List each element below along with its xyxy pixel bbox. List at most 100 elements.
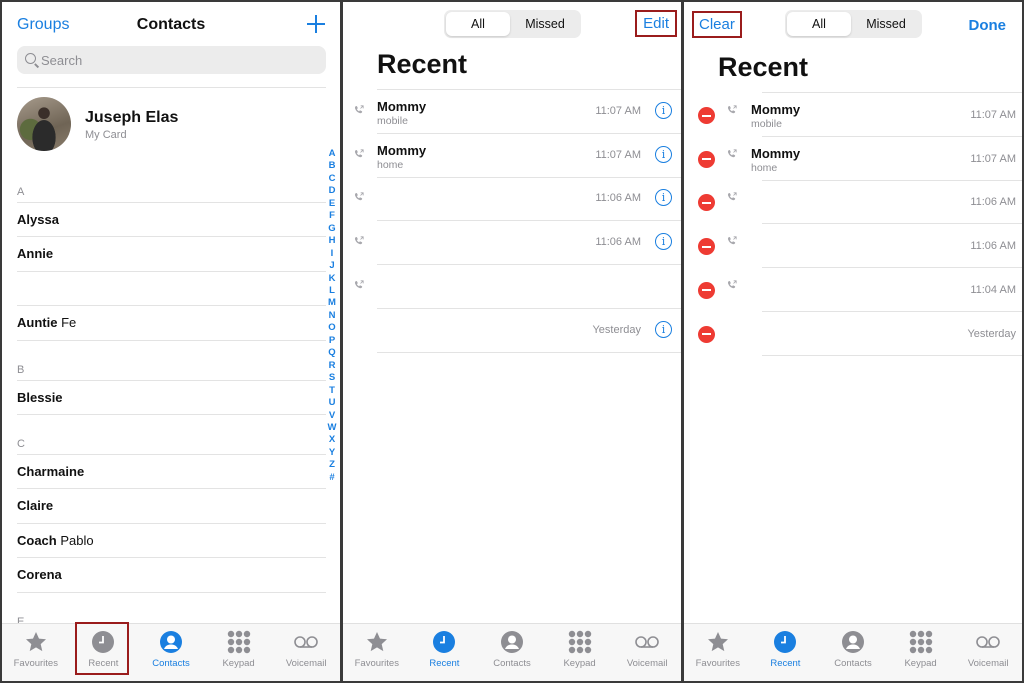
tab-favourites[interactable]: Favourites: [684, 624, 752, 681]
tab-recent[interactable]: Recent: [752, 624, 820, 681]
info-icon[interactable]: i: [655, 233, 672, 251]
contact-row[interactable]: Corena: [17, 567, 62, 582]
edit-button[interactable]: Edit: [635, 10, 677, 37]
delete-icon[interactable]: [698, 150, 715, 168]
search-input[interactable]: Search: [17, 46, 326, 74]
index-letter[interactable]: X: [326, 434, 338, 446]
index-letter[interactable]: V: [326, 410, 338, 422]
contact-row[interactable]: Claire: [17, 498, 53, 513]
tab-contacts[interactable]: Contacts: [819, 624, 887, 681]
index-letter[interactable]: A: [326, 148, 338, 160]
tab-keypad[interactable]: Keypad: [205, 624, 273, 681]
tab-label: Favourites: [13, 658, 58, 669]
tab-label: Contacts: [493, 658, 531, 669]
index-letter[interactable]: T: [326, 385, 338, 397]
index-letter[interactable]: S: [326, 372, 338, 384]
contacts-screen: Groups Contacts Search Juseph Elas My Ca…: [2, 2, 340, 681]
index-letter[interactable]: J: [326, 260, 338, 272]
contacts-navbar: Groups Contacts: [2, 2, 340, 46]
contact-row[interactable]: Charmaine: [17, 464, 84, 479]
alphabet-index[interactable]: A B C D E F G H I J K L M N O P Q R S T U V W X Y Z #: [326, 148, 338, 484]
index-letter[interactable]: B: [326, 160, 338, 172]
call-time: 11:07 AM: [970, 109, 1016, 121]
index-letter[interactable]: F: [326, 210, 338, 222]
tab-voicemail[interactable]: Voicemail: [954, 624, 1022, 681]
divider: [17, 87, 326, 88]
index-letter[interactable]: O: [326, 322, 338, 334]
tab-voicemail[interactable]: Voicemail: [613, 624, 681, 681]
outgoing-call-icon: [354, 233, 364, 245]
plus-icon[interactable]: [306, 14, 326, 34]
index-letter[interactable]: N: [326, 310, 338, 322]
contact-row[interactable]: Alyssa: [17, 212, 59, 227]
info-icon[interactable]: i: [655, 189, 672, 207]
delete-icon[interactable]: [698, 194, 715, 212]
tab-contacts[interactable]: Contacts: [478, 624, 546, 681]
call-type: mobile: [751, 118, 782, 130]
delete-icon[interactable]: [698, 281, 715, 299]
recent-call-row[interactable]: 11:06 AM i: [343, 221, 681, 266]
section-header: B: [17, 363, 25, 376]
contact-first-name: Blessie: [17, 389, 63, 405]
star-icon: [706, 630, 730, 654]
index-letter[interactable]: M: [326, 297, 338, 309]
recent-call-row[interactable]: Mommy mobile 11:07 AM i: [343, 90, 681, 134]
done-button[interactable]: Done: [969, 17, 1007, 34]
index-letter[interactable]: U: [326, 397, 338, 409]
info-icon[interactable]: i: [655, 145, 672, 163]
index-letter[interactable]: C: [326, 173, 338, 185]
tab-favourites[interactable]: Favourites: [2, 624, 70, 681]
info-icon[interactable]: i: [655, 102, 672, 119]
contact-row[interactable]: Auntie Fe: [17, 315, 76, 330]
tab-bar: Favourites Recent Contacts Keypad Voicemail: [684, 623, 1022, 681]
contact-row[interactable]: Annie: [17, 246, 53, 261]
segment-missed[interactable]: Missed: [511, 12, 579, 36]
recent-call-row[interactable]: Yesterday i: [343, 309, 681, 353]
tab-contacts[interactable]: Contacts: [137, 624, 205, 681]
tab-favourites[interactable]: Favourites: [343, 624, 411, 681]
index-letter[interactable]: H: [326, 235, 338, 247]
index-letter[interactable]: G: [326, 223, 338, 235]
index-letter[interactable]: #: [326, 472, 338, 484]
outgoing-call-icon: [727, 102, 737, 114]
index-letter[interactable]: E: [326, 198, 338, 210]
recent-call-row[interactable]: 11:06 AM i: [343, 177, 681, 222]
contact-row[interactable]: Coach Pablo: [17, 533, 94, 548]
highlight-frame: [75, 622, 129, 675]
index-letter[interactable]: P: [326, 335, 338, 347]
tab-label: Favourites: [695, 658, 740, 669]
search-icon: [25, 53, 36, 64]
tab-label: Recent: [770, 658, 801, 669]
index-letter[interactable]: K: [326, 273, 338, 285]
index-letter[interactable]: W: [326, 422, 338, 434]
index-letter[interactable]: Q: [326, 347, 338, 359]
voicemail-icon: [294, 630, 318, 654]
index-letter[interactable]: I: [326, 248, 338, 260]
delete-icon[interactable]: [698, 107, 715, 124]
tab-recent[interactable]: Recent: [411, 624, 479, 681]
tab-voicemail[interactable]: Voicemail: [272, 624, 340, 681]
info-icon[interactable]: i: [655, 320, 672, 338]
tab-keypad[interactable]: Keypad: [546, 624, 614, 681]
clear-button[interactable]: Clear: [692, 11, 742, 38]
tab-label: Contacts: [834, 658, 872, 669]
segment-all[interactable]: All: [446, 12, 510, 36]
index-letter[interactable]: Y: [326, 447, 338, 459]
segment-missed[interactable]: Missed: [852, 12, 920, 36]
index-letter[interactable]: L: [326, 285, 338, 297]
delete-icon[interactable]: [698, 325, 715, 343]
index-letter[interactable]: D: [326, 185, 338, 197]
recent-call-row[interactable]: [343, 265, 681, 309]
call-time: 11:06 AM: [970, 240, 1016, 253]
tab-label: Voicemail: [626, 658, 668, 669]
call-time: Yesterday: [592, 323, 641, 336]
recent-call-row: Mommy home 11:07 AM: [684, 137, 1022, 181]
contact-row[interactable]: Blessie: [17, 390, 63, 405]
recent-call-row[interactable]: Mommy home 11:07 AM i: [343, 134, 681, 178]
delete-icon[interactable]: [698, 238, 715, 256]
index-letter[interactable]: Z: [326, 459, 338, 471]
index-letter[interactable]: R: [326, 360, 338, 372]
tab-keypad[interactable]: Keypad: [887, 624, 955, 681]
segment-all[interactable]: All: [787, 12, 851, 36]
contact-first-name: Alyssa: [17, 212, 59, 227]
